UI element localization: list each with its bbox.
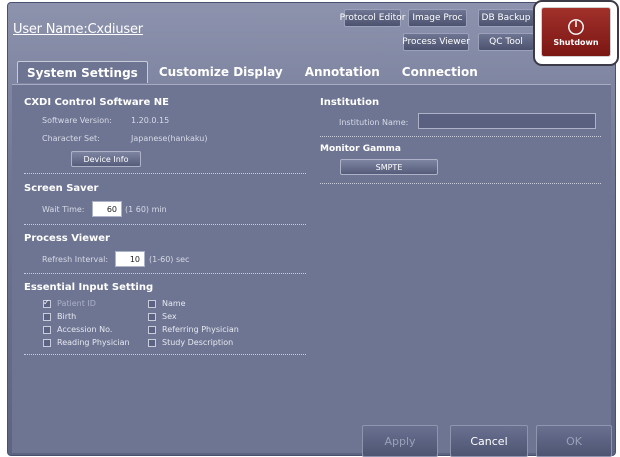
software-version-label: Software Version: (42, 116, 112, 125)
image-proc-button[interactable]: Image Proc (408, 9, 467, 27)
software-version-value: 1.20.0.15 (131, 116, 170, 125)
shutdown-button[interactable]: Shutdown (541, 7, 611, 57)
qc-tool-button[interactable]: QC Tool (478, 33, 534, 51)
checkbox-icon (148, 338, 156, 347)
divider (24, 273, 306, 274)
checkbox-icon (43, 312, 51, 321)
checkbox-label: Patient ID (57, 299, 96, 308)
checkbox-name[interactable]: Name (148, 299, 186, 308)
divider (24, 354, 306, 355)
checkbox-study-description[interactable]: Study Description (148, 338, 233, 347)
settings-panel (12, 84, 611, 404)
divider (320, 183, 601, 184)
screen-saver-title: Screen Saver (24, 183, 99, 194)
refresh-interval-label: Refresh Interval: (42, 255, 109, 264)
refresh-interval-input[interactable]: 10 (115, 251, 145, 267)
settings-tabs: System Settings Customize Display Annota… (17, 61, 489, 83)
power-icon (568, 18, 584, 35)
checkbox-icon (43, 338, 51, 347)
process-viewer-button[interactable]: Process Viewer (402, 33, 470, 51)
checkbox-icon (148, 325, 156, 334)
wait-time-range: (1 60) min (125, 205, 167, 214)
checkbox-label: Name (162, 299, 186, 308)
tab-system-settings[interactable]: System Settings (17, 61, 148, 83)
cancel-button[interactable]: Cancel (450, 425, 528, 457)
tab-annotation[interactable]: Annotation (294, 61, 391, 83)
monitor-gamma-title: Monitor Gamma (320, 144, 401, 154)
device-info-button[interactable]: Device Info (71, 151, 141, 167)
checkbox-label: Study Description (162, 338, 234, 347)
tab-connection[interactable]: Connection (391, 61, 489, 83)
shutdown-label: Shutdown (553, 37, 599, 47)
checkbox-label: Sex (162, 312, 177, 321)
apply-button[interactable]: Apply (362, 425, 438, 457)
checkbox-icon (43, 298, 51, 308)
db-backup-button[interactable]: DB Backup (478, 9, 534, 27)
checkbox-icon (43, 325, 51, 334)
tab-customize-display[interactable]: Customize Display (148, 61, 294, 83)
institution-name-input[interactable] (418, 113, 596, 129)
checkbox-referring-physician[interactable]: Referring Physician (148, 325, 239, 334)
refresh-interval-range: (1-60) sec (149, 255, 190, 264)
checkbox-patient-id[interactable]: Patient ID (43, 298, 96, 308)
institution-name-label: Institution Name: (339, 118, 409, 127)
divider (320, 136, 601, 137)
character-set-value: Japanese(hankaku) (131, 134, 208, 143)
character-set-label: Character Set: (42, 134, 100, 143)
essential-input-title: Essential Input Setting (24, 282, 154, 293)
checkbox-label: Birth (57, 312, 77, 321)
cxdi-section-title: CXDI Control Software NE (24, 97, 169, 108)
divider (24, 224, 306, 225)
checkbox-icon (148, 299, 156, 308)
wait-time-input[interactable]: 60 (92, 201, 122, 217)
checkbox-label: Accession No. (57, 325, 113, 334)
checkbox-reading-physician[interactable]: Reading Physician (43, 338, 130, 347)
protocol-editor-button[interactable]: Protocol Editor (340, 9, 405, 27)
checkbox-sex[interactable]: Sex (148, 312, 177, 321)
wait-time-label: Wait Time: (42, 205, 85, 214)
process-viewer-title: Process Viewer (24, 233, 110, 244)
divider (24, 173, 306, 174)
checkbox-label: Reading Physician (57, 338, 130, 347)
checkbox-accession-no[interactable]: Accession No. (43, 325, 112, 334)
checkbox-icon (148, 312, 156, 321)
institution-title: Institution (320, 97, 380, 108)
checkbox-birth[interactable]: Birth (43, 312, 76, 321)
user-name-link[interactable]: User Name:Cxdiuser (13, 22, 143, 37)
ok-button[interactable]: OK (536, 425, 612, 457)
monitor-gamma-button[interactable]: SMPTE (340, 159, 438, 175)
checkbox-label: Referring Physician (162, 325, 239, 334)
